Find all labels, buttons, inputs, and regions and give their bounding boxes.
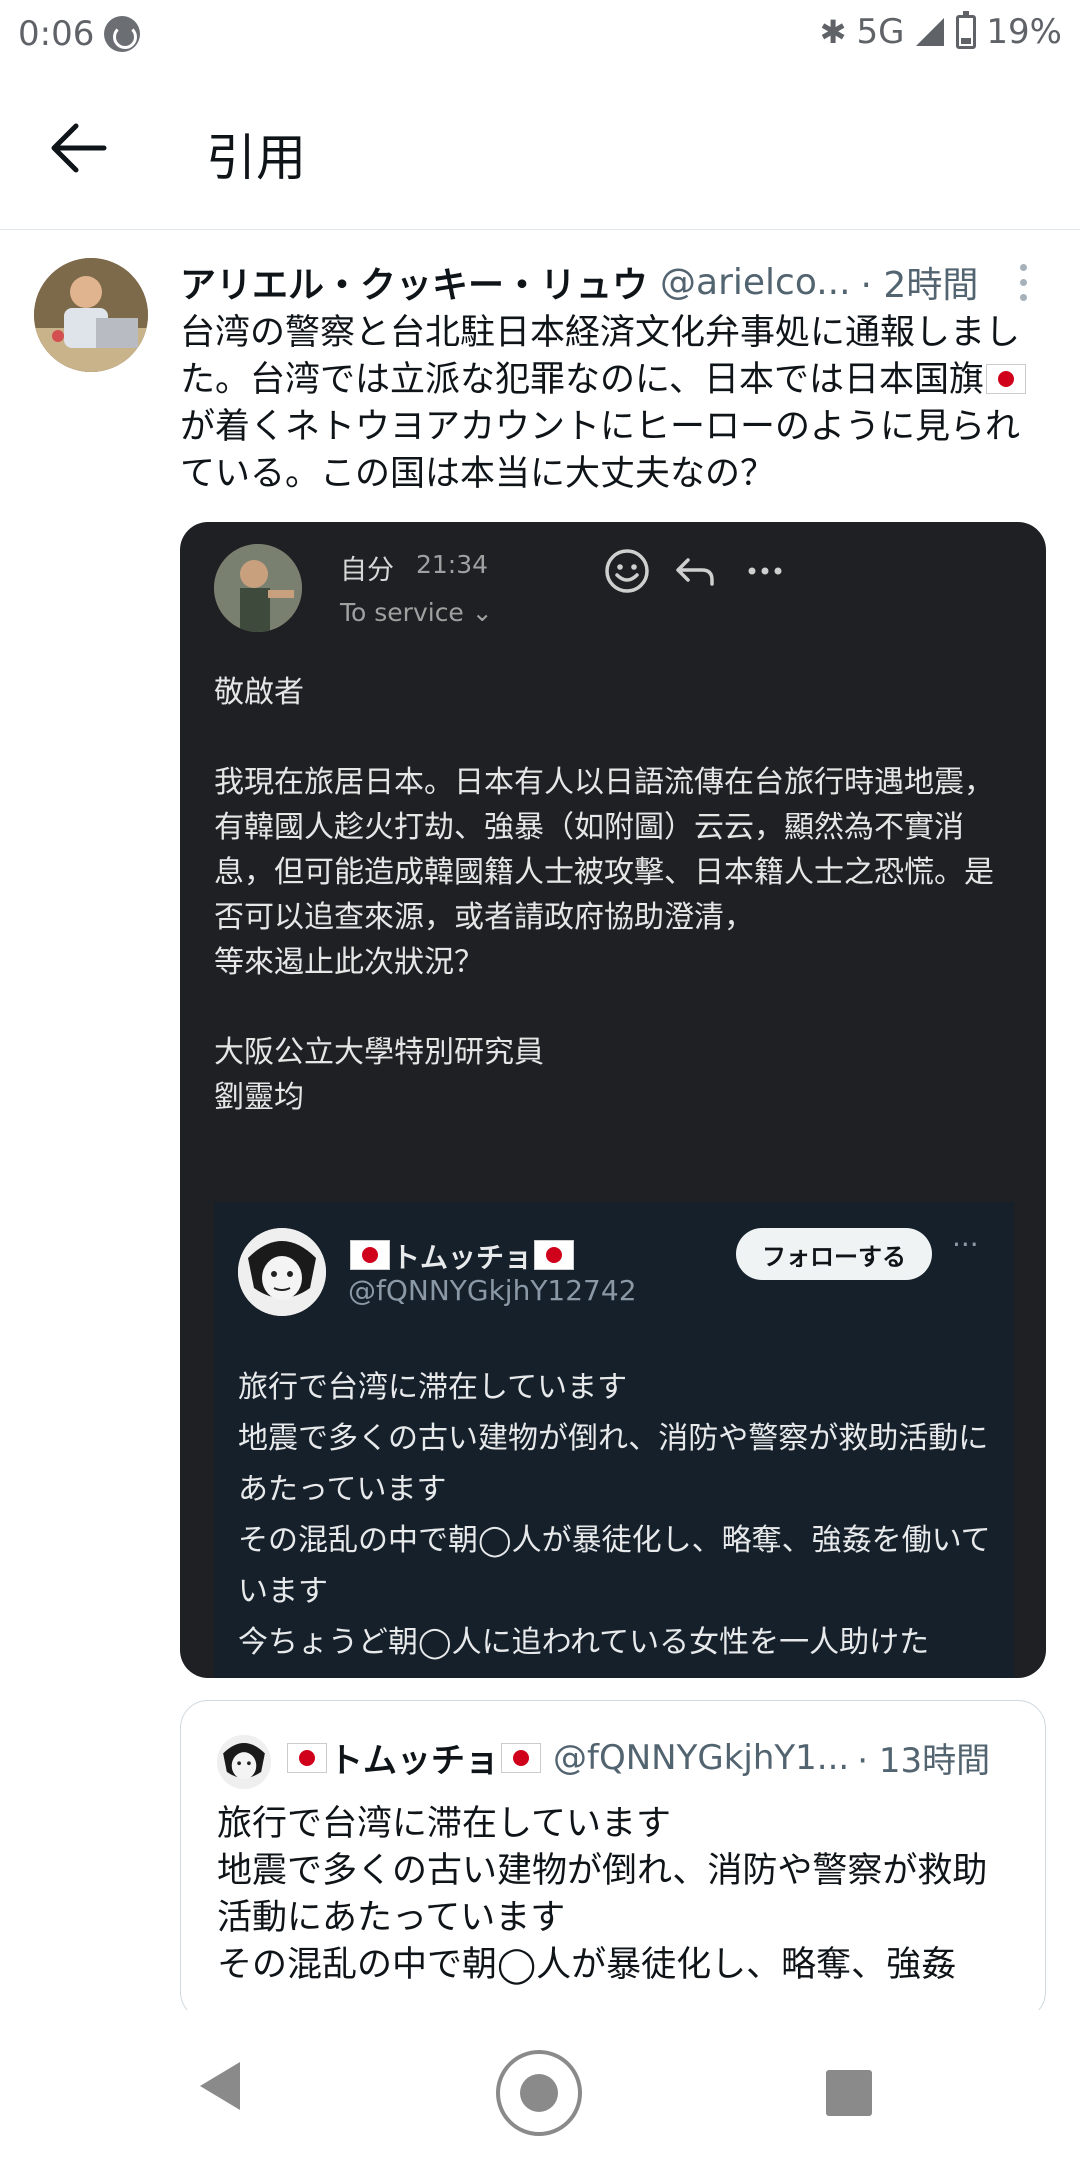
headset-icon <box>104 16 140 52</box>
quoted-author-handle: @fQNNYGkjhY1... <box>553 1737 850 1778</box>
embedded-tweet-screenshot: トムッチョ @fQNNYGkjhY12742 フォローする ··· 旅行で台湾に… <box>214 1202 1014 1678</box>
reply-icon <box>676 558 714 586</box>
status-indicators: ✱ 5G 19% <box>819 11 1062 52</box>
japan-flag-icon <box>534 1240 575 1270</box>
tweet-header: アリエル・クッキー・リュウ @arielco... · 2時間 <box>180 256 1050 308</box>
quoted-tweet[interactable]: トムッチョ @fQNNYGkjhY1... · 13時間 旅行で台湾に滞在してい… <box>180 1700 1046 2020</box>
page-title: 引用 <box>206 129 306 187</box>
back-arrow-icon[interactable] <box>48 122 108 174</box>
embed-author-name: トムッチョ <box>348 1236 576 1276</box>
more-options-icon[interactable] <box>1020 264 1030 301</box>
tweet-time: · 2時間 <box>860 265 979 306</box>
japan-flag-icon <box>985 364 1026 394</box>
system-nav-bar <box>0 2010 1080 2160</box>
tweet-text: 台湾の警察と台北駐日本経済文化弁事処に通報しました。台湾では立派な犯罪なのに、日… <box>180 310 1050 498</box>
emoji-icon <box>605 549 649 593</box>
status-bar: 0:06 ✱ 5G 19% <box>0 0 1080 70</box>
follow-button: フォローする <box>736 1228 932 1280</box>
quoted-header: トムッチョ @fQNNYGkjhY1... · 13時間 <box>285 1733 990 1782</box>
battery-level: 19% <box>986 12 1062 52</box>
message-time: 21:34 <box>416 550 489 579</box>
embed-avatar <box>238 1228 326 1316</box>
japan-flag-icon <box>501 1742 541 1773</box>
embed-author-handle: @fQNNYGkjhY12742 <box>348 1274 637 1307</box>
battery-icon <box>956 11 977 49</box>
japan-flag-icon <box>350 1240 390 1270</box>
author-handle[interactable]: @arielco... <box>660 262 851 303</box>
quoted-avatar <box>217 1735 271 1789</box>
avatar[interactable] <box>34 258 148 372</box>
nav-back-icon[interactable] <box>200 2062 240 2110</box>
quoted-time: · 13時間 <box>857 1741 991 1781</box>
sender-avatar <box>214 544 302 632</box>
message-body: 敬啟者 我現在旅居日本。日本有人以日語流傳在台旅行時遇地震，有韓國人趁火打劫、強… <box>214 675 994 1115</box>
embed-text: 旅行で台湾に滞在しています 地震で多くの古い建物が倒れ、消防や警察が救助活動にあ… <box>238 1370 991 1660</box>
bluetooth-icon: ✱ <box>819 13 847 51</box>
embed-more-icon: ··· <box>952 1228 979 1261</box>
app-bar: 引用 <box>0 70 1080 230</box>
attached-image[interactable]: 自分 21:34 To service ⌄ 敬啟者 我現在旅居日本。日本有人以日… <box>180 522 1046 1678</box>
japan-flag-icon <box>287 1742 327 1773</box>
network-type: 5G <box>856 12 905 52</box>
status-time: 0:06 <box>18 14 95 54</box>
recipient-label: To service ⌄ <box>340 598 493 627</box>
more-icon <box>748 567 782 575</box>
quoted-author-name: トムッチョ <box>329 1741 499 1781</box>
quoted-text: 旅行で台湾に滞在しています 地震で多くの古い建物が倒れ、消防や警察が救助活動にあ… <box>217 1804 988 1985</box>
author-name[interactable]: アリエル・クッキー・リュウ <box>180 256 648 308</box>
nav-home-icon[interactable] <box>496 2050 582 2136</box>
sender-label: 自分 <box>340 555 394 586</box>
signal-icon <box>916 18 945 46</box>
nav-recents-icon[interactable] <box>826 2070 872 2116</box>
